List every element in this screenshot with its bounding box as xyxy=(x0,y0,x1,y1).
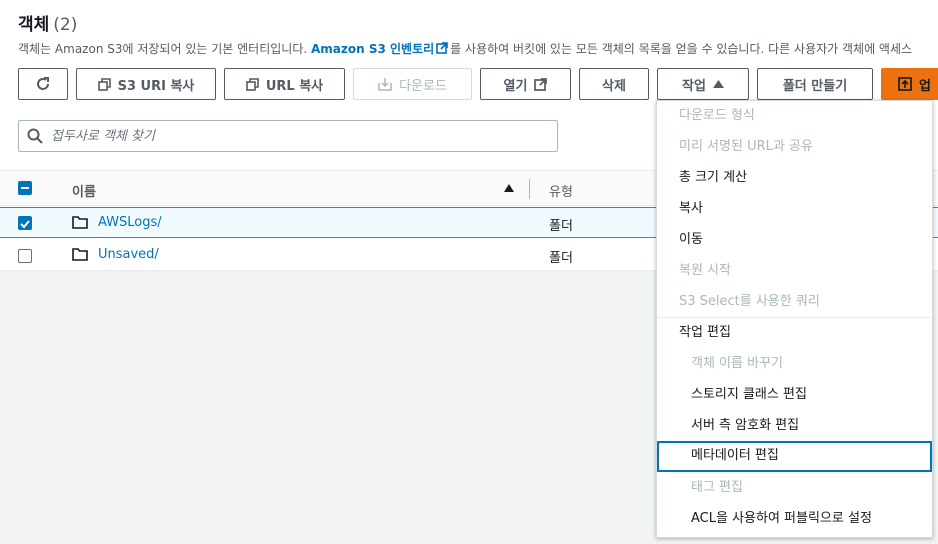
delete-button[interactable]: 삭제 xyxy=(579,68,649,100)
folder-icon xyxy=(72,248,88,261)
menu-item-copy[interactable]: 복사 xyxy=(657,194,932,225)
external-link-icon xyxy=(534,77,548,91)
copy-s3-uri-button[interactable]: S3 URI 복사 xyxy=(76,68,216,100)
menu-item-calculate-total-size[interactable]: 총 크기 계산 xyxy=(657,163,932,194)
caret-up-icon xyxy=(712,80,724,88)
check-icon xyxy=(20,220,30,229)
download-icon xyxy=(378,78,392,91)
search-input[interactable] xyxy=(51,128,531,144)
row-checkbox[interactable] xyxy=(18,249,32,263)
copy-icon xyxy=(246,77,259,91)
menu-item-share-presigned-url[interactable]: 미리 서명된 URL과 공유 xyxy=(657,132,932,163)
objects-header: 객체 (2) xyxy=(18,10,77,35)
menu-item-make-public-acl[interactable]: ACL을 사용하여 퍼블릭으로 설정 xyxy=(657,504,932,535)
search-icon xyxy=(27,128,43,144)
menu-item-rename-object[interactable]: 객체 이름 바꾸기 xyxy=(657,349,932,380)
column-divider[interactable] xyxy=(529,179,530,199)
column-name[interactable]: 이름 xyxy=(72,181,96,200)
menu-item-download-as[interactable]: 다운로드 형식 xyxy=(657,101,932,132)
menu-item-move[interactable]: 이동 xyxy=(657,225,932,256)
download-button[interactable]: 다운로드 xyxy=(353,68,472,100)
menu-item-initiate-restore[interactable]: 복원 시작 xyxy=(657,256,932,287)
create-folder-button[interactable]: 폴더 만들기 xyxy=(757,68,873,100)
menu-item-edit-metadata[interactable]: 메타데이터 편집 xyxy=(657,441,932,472)
folder-icon xyxy=(72,216,88,229)
upload-icon xyxy=(898,77,912,91)
object-type: 폴더 xyxy=(549,251,573,266)
actions-button[interactable]: 작업 xyxy=(657,68,749,100)
object-name-link[interactable]: Unsaved/ xyxy=(98,247,159,262)
select-all-checkbox[interactable] xyxy=(18,181,32,195)
refresh-button[interactable] xyxy=(18,68,68,100)
open-button[interactable]: 열기 xyxy=(480,68,571,100)
menu-item-edit-server-side-encryption[interactable]: 서버 측 암호화 편집 xyxy=(657,411,932,442)
object-count: (2) xyxy=(53,15,78,35)
copy-url-button[interactable]: URL 복사 xyxy=(224,68,345,100)
copy-icon xyxy=(97,77,111,91)
actions-menu: 다운로드 형식 미리 서명된 URL과 공유 총 크기 계산 복사 이동 복원 … xyxy=(656,100,933,538)
menu-item-edit-tags[interactable]: 태그 편집 xyxy=(657,473,932,504)
column-type[interactable]: 유형 xyxy=(549,181,573,200)
objects-description: 객체는 Amazon S3에 저장되어 있는 기본 엔터티입니다. Amazon… xyxy=(18,42,913,56)
row-checkbox[interactable] xyxy=(18,216,32,230)
refresh-icon xyxy=(37,77,49,90)
prefix-search[interactable] xyxy=(18,120,558,152)
object-type: 폴더 xyxy=(549,219,573,234)
sort-ascending-icon[interactable] xyxy=(504,184,514,192)
menu-item-edit-storage-class[interactable]: 스토리지 클래스 편집 xyxy=(657,380,932,411)
external-link-icon[interactable] xyxy=(436,42,448,54)
upload-button[interactable]: 업 xyxy=(881,68,938,100)
object-name-link[interactable]: AWSLogs/ xyxy=(98,215,162,230)
menu-item-query-s3-select[interactable]: S3 Select를 사용한 쿼리 xyxy=(657,287,932,318)
menu-group-edit-actions: 작업 편집 xyxy=(679,325,731,340)
page-title: 객체 (2) xyxy=(18,15,78,35)
inventory-link[interactable]: Amazon S3 인벤토리 xyxy=(311,42,434,56)
